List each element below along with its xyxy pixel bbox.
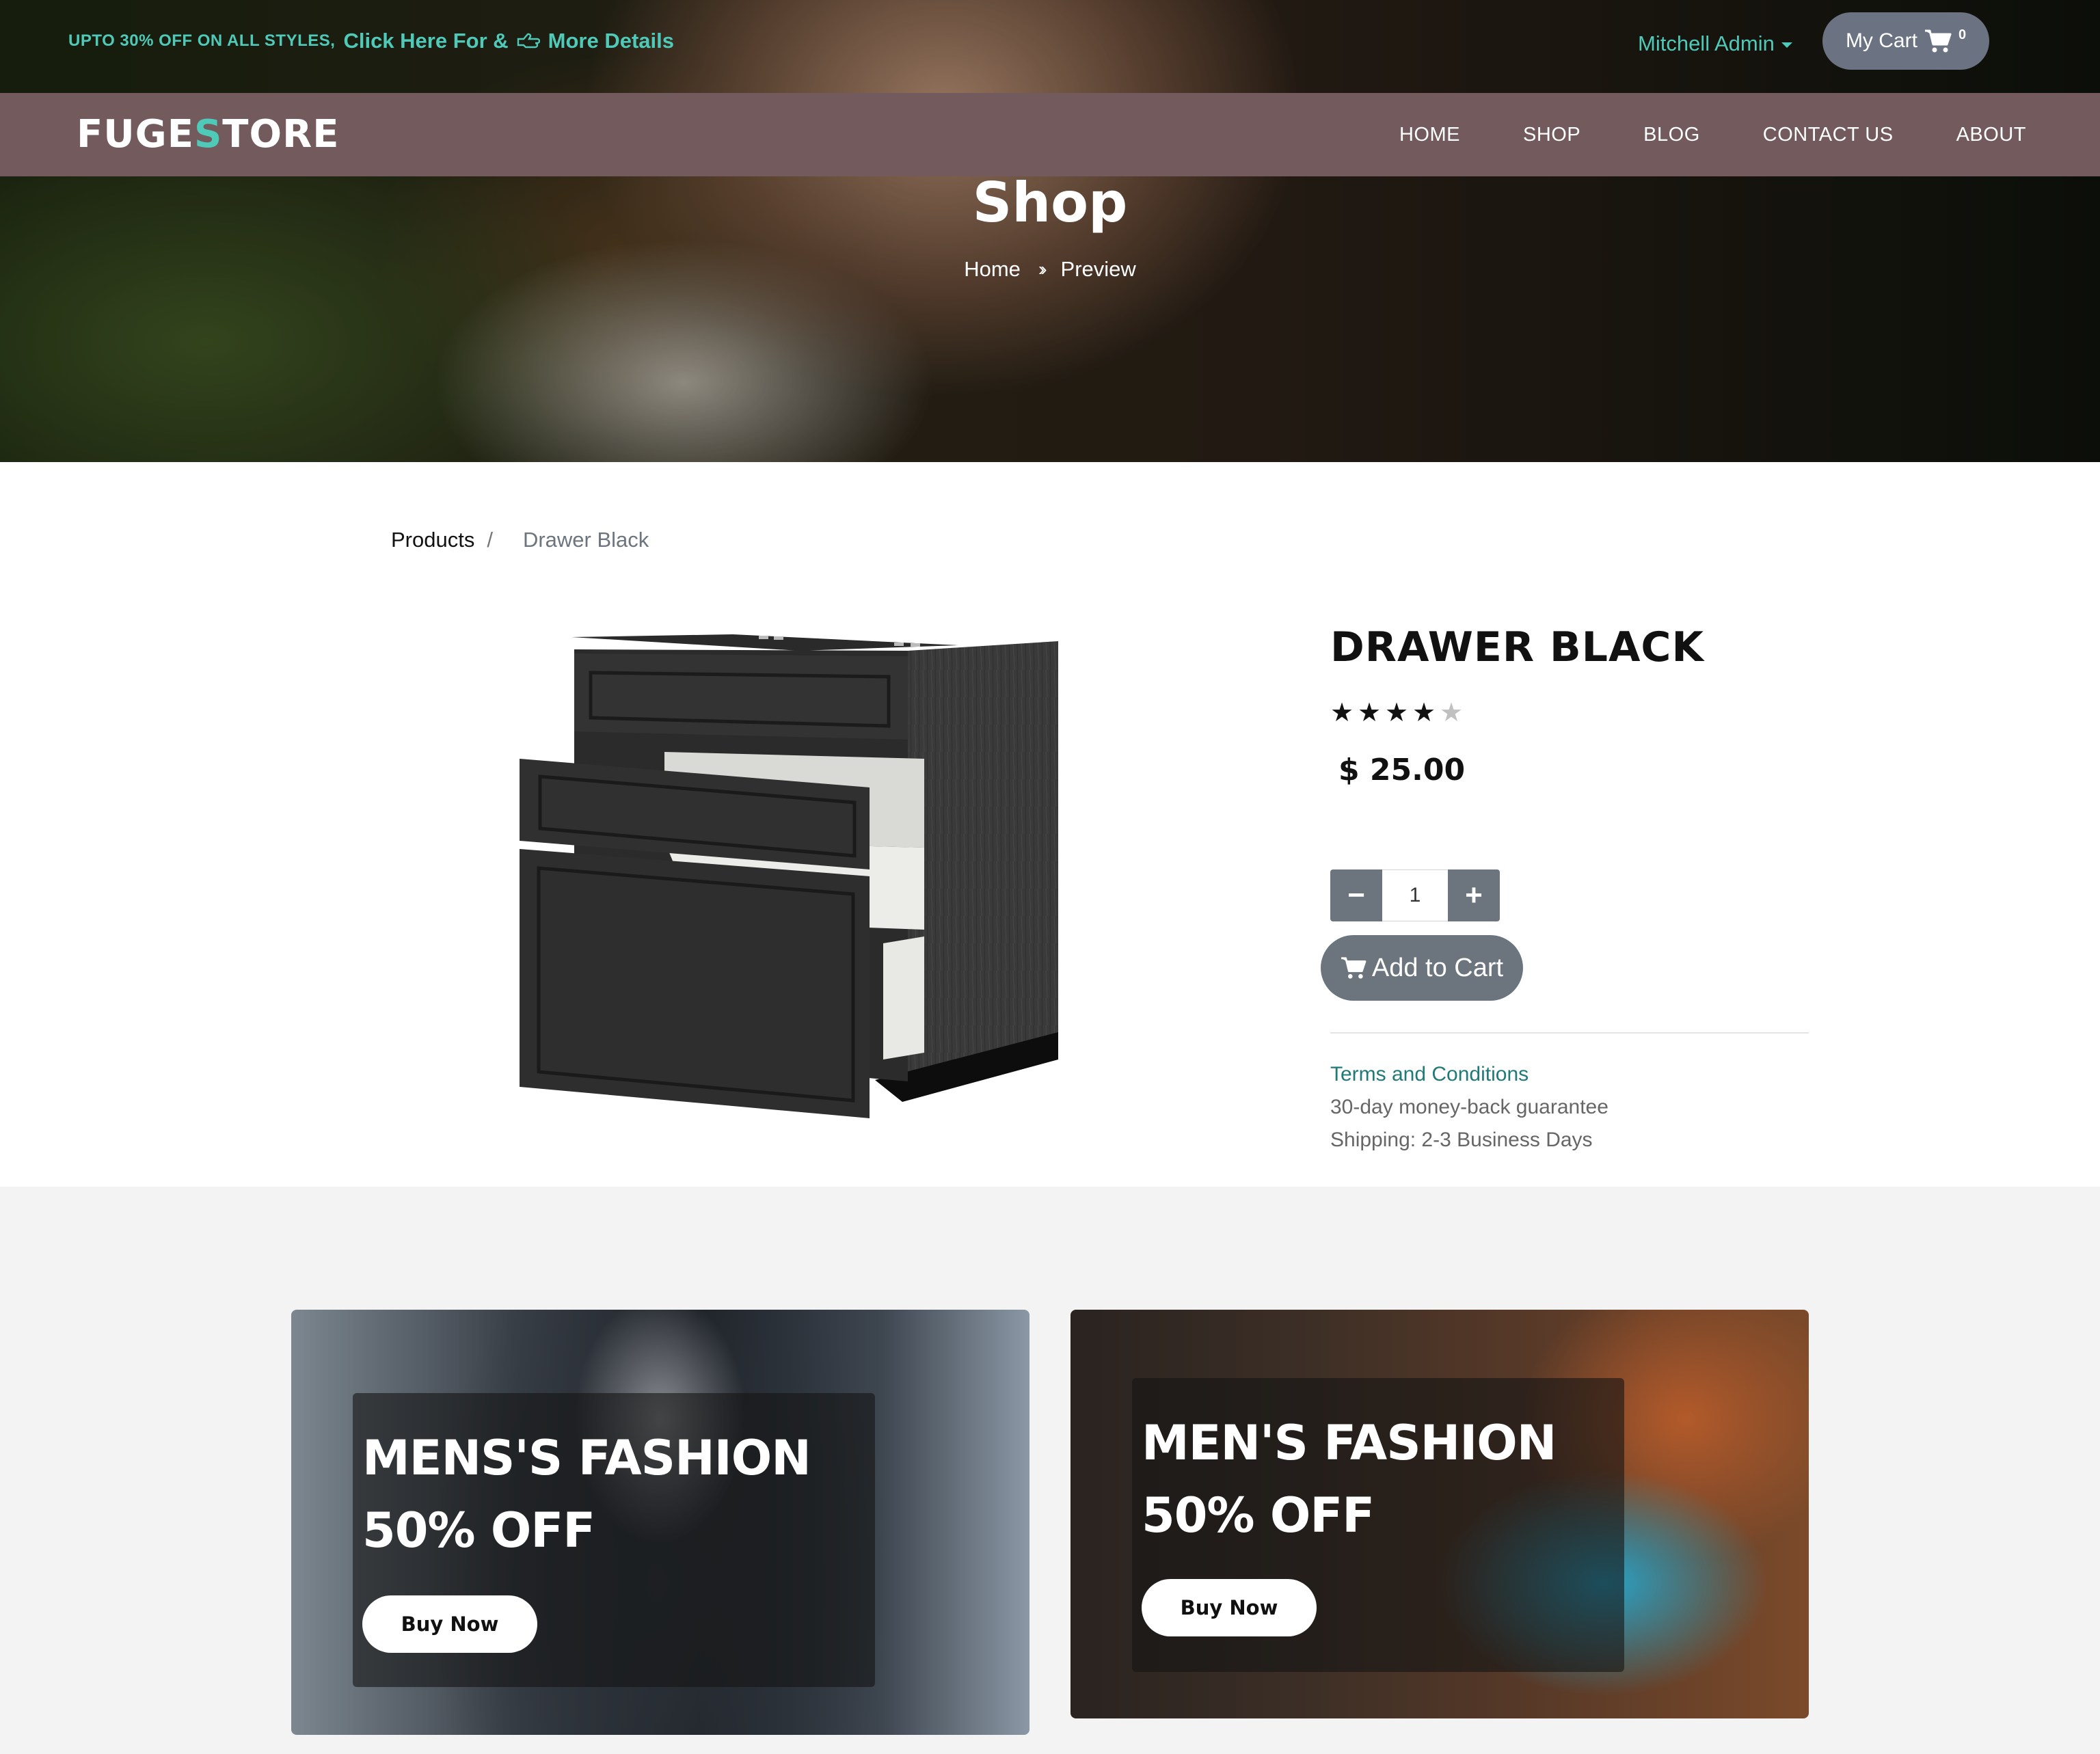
logo-prefix: FUGE [77, 112, 194, 157]
banner-subtitle: 50% OFF [362, 1502, 595, 1559]
my-cart-button[interactable]: My Cart 0 [1822, 12, 1989, 70]
banner-subtitle: 50% OFF [1142, 1487, 1375, 1543]
buy-now-button[interactable]: Buy Now [362, 1595, 537, 1653]
product-image[interactable] [520, 615, 1066, 1121]
star-filled-icon: ★ [1330, 699, 1354, 727]
divider [1330, 1032, 1809, 1034]
hero-title: Shop [972, 171, 1128, 234]
logo-suffix: TORE [222, 112, 340, 157]
breadcrumb-separator: / [487, 528, 493, 552]
promo-link-click-here[interactable]: Click Here For & [343, 29, 508, 53]
promo-link-more-details[interactable]: More Details [548, 29, 674, 53]
promo-text: UPTO 30% OFF ON ALL STYLES, [68, 31, 336, 50]
nav-links: HOME SHOP BLOG CONTACT US ABOUT [1399, 93, 2026, 176]
nav-blog[interactable]: BLOG [1643, 124, 1700, 146]
promo-bar: UPTO 30% OFF ON ALL STYLES, Click Here F… [68, 27, 674, 55]
hand-pointer-icon [517, 33, 540, 49]
user-name: Mitchell Admin [1638, 31, 1775, 55]
promo-banner-mens-shoes: MEN'S FASHION 50% OFF Buy Now [1071, 1310, 1809, 1718]
site-logo[interactable]: FUGESTORE [77, 112, 339, 157]
nav-home[interactable]: HOME [1399, 124, 1460, 146]
product-rating: ★ ★ ★ ★ ★ [1330, 697, 1809, 728]
shopping-cart-icon [1341, 957, 1367, 979]
shopping-cart-icon [1924, 29, 1952, 53]
breadcrumb-current: Drawer Black [522, 528, 649, 552]
user-menu-dropdown[interactable]: Mitchell Admin [1638, 31, 1792, 56]
buy-now-button[interactable]: Buy Now [1142, 1579, 1317, 1636]
promo-banner-mens-fashion: MENS'S FASHION 50% OFF Buy Now [291, 1310, 1029, 1735]
shipping-text: Shipping: 2-3 Business Days [1330, 1129, 1593, 1151]
caret-down-icon [1781, 42, 1792, 48]
quantity-increase-button[interactable]: + [1448, 869, 1500, 921]
quantity-input[interactable] [1382, 869, 1448, 921]
product-info: DRAWER BLACK ★ ★ ★ ★ ★ $ 25.00 − + Add t… [1321, 623, 1809, 1151]
hero-crumb-current: Preview [1060, 257, 1136, 281]
hero-breadcrumb: Home ›› Preview [0, 257, 2100, 282]
product-section: Products / Drawer Black DRAWER BLACK ★ ★… [0, 462, 2100, 1187]
breadcrumb-products[interactable]: Products [391, 528, 474, 552]
cart-label: My Cart [1845, 29, 1917, 52]
product-price: $ 25.00 [1338, 753, 1466, 787]
guarantee-text: 30-day money-back guarantee [1330, 1096, 1608, 1118]
main-navbar: FUGESTORE HOME SHOP BLOG CONTACT US ABOU… [0, 93, 2100, 176]
breadcrumb: Products / Drawer Black [391, 528, 649, 552]
hero-banner: UPTO 30% OFF ON ALL STYLES, Click Here F… [0, 0, 2100, 462]
hero-crumb-home[interactable]: Home [964, 257, 1021, 282]
nav-shop[interactable]: SHOP [1523, 124, 1580, 146]
banner-title: MENS'S FASHION [362, 1430, 811, 1486]
nav-contact-us[interactable]: CONTACT US [1763, 124, 1894, 146]
double-chevron-right-icon: ›› [1038, 258, 1047, 280]
star-filled-icon: ★ [1412, 699, 1436, 727]
star-filled-icon: ★ [1385, 699, 1409, 727]
product-terms: Terms and Conditions 30-day money-back g… [1330, 1058, 1608, 1157]
cart-count-badge: 0 [1958, 27, 1967, 42]
quantity-decrease-button[interactable]: − [1330, 869, 1382, 921]
star-filled-icon: ★ [1358, 699, 1382, 727]
add-to-cart-button[interactable]: Add to Cart [1321, 935, 1523, 1001]
logo-accent: S [193, 112, 223, 157]
terms-link[interactable]: Terms and Conditions [1330, 1058, 1608, 1091]
star-empty-icon: ★ [1440, 699, 1464, 727]
product-title: DRAWER BLACK [1330, 623, 1704, 671]
nav-about[interactable]: ABOUT [1956, 124, 2026, 146]
quantity-stepper: − + [1330, 869, 1500, 921]
add-to-cart-label: Add to Cart [1371, 953, 1504, 982]
banner-title: MEN'S FASHION [1142, 1415, 1557, 1471]
